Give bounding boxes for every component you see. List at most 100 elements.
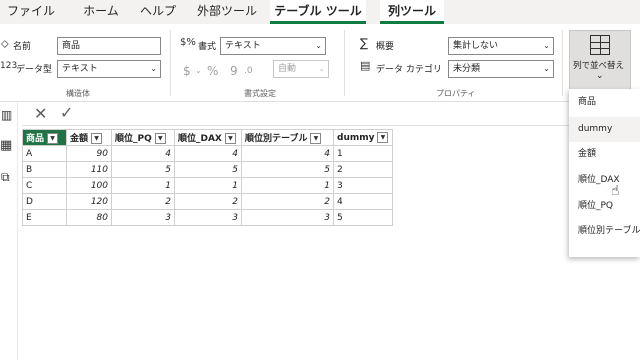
ribbon-separator [562,30,563,96]
column-header-amount[interactable]: 金額 ▼ [66,129,112,146]
data-view-icon[interactable]: ▦ [0,138,12,153]
table-cell[interactable]: 3 [241,209,334,226]
table-row: A 90 4 4 4 1 [22,145,393,162]
table-cell[interactable]: 1 [111,177,175,194]
menu-item-rank-table[interactable]: 順位別テーブル [569,219,640,244]
table-cell[interactable]: 2 [111,193,175,210]
table-cell[interactable]: 4 [111,145,175,162]
format-value: テキスト [225,41,261,51]
category-dropdown[interactable]: 未分類 ⌄ [448,60,554,78]
sort-by-column-button[interactable]: 列で並べ替え ⌄ [569,30,631,92]
sort-by-column-label: 列で並べ替え [573,61,625,71]
table-cell[interactable]: 80 [66,209,112,226]
menu-item-amount[interactable]: 金額 [569,142,640,167]
menu-item-dummy[interactable]: dummy [569,117,640,142]
column-header-rank-pq[interactable]: 順位_PQ ▼ [111,129,175,146]
chevron-down-icon[interactable]: ▼ [377,132,389,143]
report-view-icon[interactable]: ▥ [1,108,12,122]
table-header-row: 商品 ▼ 金額 ▼ 順位_PQ ▼ 順位_DAX ▼ 順位別テーブル ▼ dummy ▼ [22,129,393,146]
percent-button[interactable]: % [207,64,218,78]
table-cell[interactable]: 100 [66,177,112,194]
table-cell[interactable]: 3 [333,177,393,194]
column-header-dummy[interactable]: dummy ▼ [333,129,393,146]
table-cell[interactable]: 5 [241,161,334,178]
table-row: C 100 1 1 1 3 [22,177,393,194]
column-header-label: 商品 [26,134,45,144]
table-cell[interactable]: 4 [333,193,393,210]
table-cell[interactable]: 3 [174,209,242,226]
table-cell[interactable]: 120 [66,193,112,210]
summary-dropdown[interactable]: 集計しない ⌄ [448,37,554,55]
ribbon-separator [170,30,171,96]
chevron-down-icon[interactable]: ▼ [224,133,236,144]
name-label: 名前 [13,42,32,52]
sort-by-column-icon [590,35,610,55]
table-cell[interactable]: 1 [333,145,393,162]
ribbon-tab-bar: ファイル ホーム ヘルプ 外部ツール テーブル ツール 列ツール [0,0,640,24]
chevron-down-icon[interactable]: ▼ [91,133,103,144]
menu-item-rank-dax[interactable]: 順位_DAX [569,168,640,193]
table-cell[interactable]: 1 [174,177,242,194]
datatype-dropdown[interactable]: テキスト ⌄ [57,60,161,78]
menu-item-product[interactable]: 商品 [569,90,640,115]
chevron-down-icon[interactable]: ▼ [154,133,166,144]
chevron-down-icon: ⌄ [318,64,325,73]
table-cell[interactable]: 5 [174,161,242,178]
summary-label: 概要 [376,42,395,52]
column-header-label: dummy [337,133,375,143]
category-icon: ▤ [360,59,371,72]
tab-file[interactable]: ファイル [0,0,62,24]
category-value: 未分類 [453,64,481,74]
comma-button[interactable]: 9 [230,64,238,78]
column-header-label: 金額 [70,134,89,144]
chevron-down-icon: ⌄ [315,41,322,50]
table-cell[interactable]: E [22,209,67,226]
hand-cursor-icon: ☝ [611,183,620,199]
column-header-product[interactable]: 商品 ▼ [22,129,67,146]
structure-group-label: 構造体 [66,89,90,98]
decimal-button[interactable]: .0 [244,66,253,76]
currency-button[interactable]: $ [183,64,191,78]
table-cell[interactable]: 5 [111,161,175,178]
chevron-down-icon[interactable]: ▼ [47,133,59,144]
table-cell[interactable]: 2 [174,193,242,210]
sigma-icon: ∑ [360,36,369,50]
summary-value: 集計しない [453,41,499,51]
table-cell[interactable]: A [22,145,67,162]
table-cell[interactable]: 2 [241,193,334,210]
sort-by-column-menu: 商品 dummy 金額 順位_DAX 順位_PQ 順位別テーブル [569,89,640,257]
table-cell[interactable]: 4 [174,145,242,162]
menu-item-rank-pq[interactable]: 順位_PQ [569,194,640,219]
confirm-formula-button[interactable]: ✓ [60,103,73,122]
table-cell[interactable]: 4 [241,145,334,162]
chevron-down-icon: ⌄ [596,71,604,81]
table-cell[interactable]: 90 [66,145,112,162]
column-header-rank-dax[interactable]: 順位_DAX ▼ [174,129,242,146]
decimal-places-stepper[interactable]: 自動 ⌄ [273,60,329,78]
column-name-field[interactable]: 商品 [57,37,161,55]
tab-home[interactable]: ホーム [72,0,130,24]
tag-icon: ⬦ [1,37,9,50]
table-cell[interactable]: 5 [333,209,393,226]
tab-table-tools[interactable]: テーブル ツール [270,0,366,24]
table-cell[interactable]: 3 [111,209,175,226]
column-header-rank-table[interactable]: 順位別テーブル ▼ [241,129,334,146]
chevron-down-icon[interactable]: ▼ [310,133,322,144]
table-cell[interactable]: 1 [241,177,334,194]
format-dropdown[interactable]: テキスト ⌄ [220,37,326,55]
format-icon: $% [180,37,196,48]
tab-help[interactable]: ヘルプ [136,0,180,24]
tab-column-tools[interactable]: 列ツール [380,0,444,24]
table-cell[interactable]: 2 [333,161,393,178]
datatype-label: データ型 [16,65,53,75]
format-label: 書式 [198,42,217,52]
table-cell[interactable]: B [22,161,67,178]
tab-external-tools[interactable]: 外部ツール [190,0,264,24]
cancel-formula-button[interactable]: ✕ [34,104,47,123]
column-header-label: 順位別テーブル [245,134,308,144]
model-view-icon[interactable]: ⧉ [1,170,10,185]
table-cell[interactable]: D [22,193,67,210]
table-cell[interactable]: C [22,177,67,194]
table-cell[interactable]: 110 [66,161,112,178]
datatype-value: テキスト [62,64,98,74]
